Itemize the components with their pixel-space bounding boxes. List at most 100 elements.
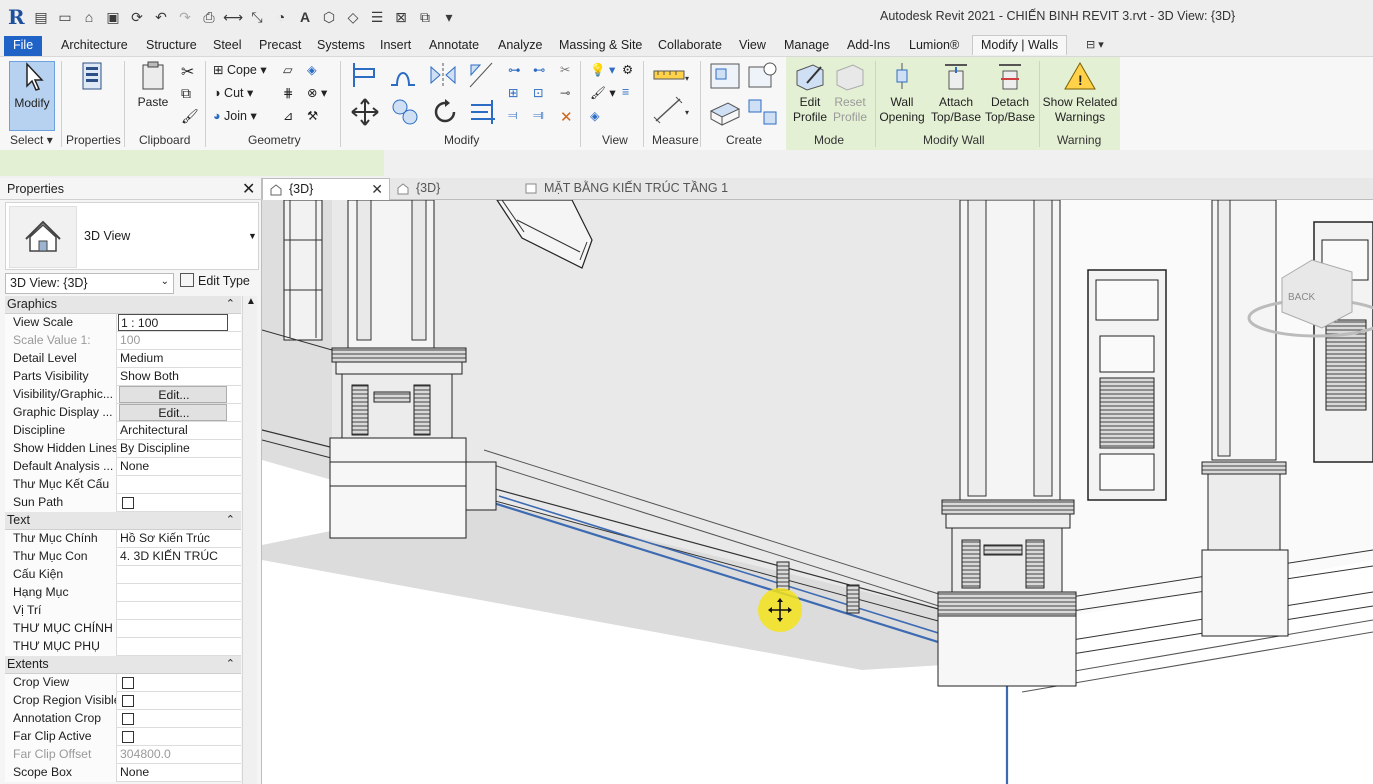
split-gap-icon[interactable]: ⊷ xyxy=(533,62,546,77)
paint-brush-icon[interactable]: 🖌 ▾ xyxy=(590,85,616,101)
property-row[interactable]: Crop Region Visible xyxy=(5,692,241,710)
instance-filter-dropdown[interactable]: 3D View: {3D} ⌄ xyxy=(5,273,174,294)
tab-systems[interactable]: Systems xyxy=(317,36,365,56)
create-assembly-icon[interactable] xyxy=(708,61,742,91)
join-button[interactable]: ◕ Join ▾ xyxy=(213,108,257,123)
property-row[interactable]: Hạng Mục xyxy=(5,584,241,602)
copy-element-icon[interactable] xyxy=(390,97,420,127)
checkbox[interactable] xyxy=(122,677,134,689)
trim-single-icon[interactable]: ⫤ xyxy=(508,108,517,123)
checkbox[interactable] xyxy=(122,731,134,743)
tab-file[interactable]: File xyxy=(4,36,43,56)
paste-button[interactable]: Paste xyxy=(134,61,172,117)
home-icon[interactable]: ▤ xyxy=(30,7,52,27)
save-icon[interactable]: ▣ xyxy=(102,7,124,27)
tab-insert[interactable]: Insert xyxy=(380,36,411,56)
tab-floor-plan[interactable]: MẶT BẰNG KIẾN TRÚC TẦNG 1 xyxy=(518,178,798,200)
property-row[interactable]: THƯ MỤC PHỤ xyxy=(5,638,241,656)
attach-top-base-button[interactable]: Attach Top/Base xyxy=(930,61,982,131)
tab-massing-site[interactable]: Massing & Site xyxy=(559,36,642,56)
thin-lines-icon[interactable]: ☰ xyxy=(366,7,388,27)
view-filter-icon[interactable]: ◈ xyxy=(590,108,600,123)
property-value[interactable] xyxy=(118,620,228,638)
property-row[interactable]: Thư Mục Chính Hồ Sơ Kiến Trúc xyxy=(5,530,241,548)
tab-view[interactable]: View xyxy=(739,36,766,56)
trim-extend-icon[interactable] xyxy=(468,97,498,127)
property-row[interactable]: Scope Box None xyxy=(5,764,241,782)
property-value[interactable]: 1 : 100 xyxy=(118,314,228,331)
collapse-icon[interactable]: ⌃ xyxy=(226,296,235,313)
tab-precast[interactable]: Precast xyxy=(259,36,301,56)
property-checkbox[interactable] xyxy=(118,692,228,710)
edit-type-button[interactable]: Edit Type xyxy=(180,273,258,294)
delete-icon[interactable]: ✕ xyxy=(560,108,573,126)
property-row[interactable]: Default Analysis ... None xyxy=(5,458,241,476)
trim-multiple-icon[interactable]: ⫥ xyxy=(533,108,544,123)
chevron-down-icon[interactable]: ▼ xyxy=(248,231,257,241)
tab-analyze[interactable]: Analyze xyxy=(498,36,542,56)
default-3d-icon[interactable]: ⬡ xyxy=(318,7,340,27)
checkbox[interactable] xyxy=(122,713,134,725)
property-checkbox[interactable] xyxy=(118,494,228,512)
property-value[interactable] xyxy=(118,566,228,584)
show-related-warnings-button[interactable]: ! Show Related Warnings xyxy=(1042,61,1118,131)
property-row[interactable]: Sun Path xyxy=(5,494,241,512)
building-3d-model[interactable]: BACK xyxy=(262,200,1373,784)
mirror-draw-icon[interactable] xyxy=(466,61,496,89)
switch-windows-icon[interactable]: ⧉ xyxy=(414,7,436,27)
property-value[interactable]: 4. 3D KIẾN TRÚC xyxy=(118,548,228,566)
array-icon[interactable]: ⊞ xyxy=(508,85,518,100)
edit-button[interactable]: Edit... xyxy=(119,404,227,421)
property-group-graphics[interactable]: Graphics ⌃ xyxy=(5,296,241,314)
property-group-text[interactable]: Text ⌃ xyxy=(5,512,241,530)
property-row[interactable]: Vị Trí xyxy=(5,602,241,620)
sync-icon[interactable]: ⟳ xyxy=(126,7,148,27)
scroll-up-icon[interactable]: ▲ xyxy=(246,296,256,307)
property-value[interactable] xyxy=(118,638,228,656)
property-group-extents[interactable]: Extents ⌃ xyxy=(5,656,241,674)
dimension-aligned-icon[interactable]: ▾ xyxy=(652,95,692,125)
property-row[interactable]: Thư Mục Con 4. 3D KIẾN TRÚC xyxy=(5,548,241,566)
tab-lumion[interactable]: Lumion® xyxy=(909,36,959,56)
copy-icon[interactable]: ⧉ xyxy=(181,85,191,102)
measure-icon[interactable]: ⟷ xyxy=(222,7,244,27)
checkbox[interactable] xyxy=(122,497,134,509)
create-similar-icon[interactable] xyxy=(746,97,780,127)
property-checkbox[interactable] xyxy=(118,674,228,692)
property-checkbox[interactable] xyxy=(118,710,228,728)
property-row[interactable]: Discipline Architectural xyxy=(5,422,241,440)
tab-collaborate[interactable]: Collaborate xyxy=(658,36,722,56)
property-row[interactable]: Far Clip Offset 304800.0 xyxy=(5,746,241,764)
unpin-icon[interactable]: ✂ xyxy=(560,62,570,77)
modify-button[interactable]: Modify xyxy=(9,61,55,131)
redo-icon[interactable]: ↷ xyxy=(174,7,196,27)
property-row[interactable]: Far Clip Active xyxy=(5,728,241,746)
tab-structure[interactable]: Structure xyxy=(146,36,197,56)
properties-button[interactable] xyxy=(68,61,116,131)
cut-scissors-icon[interactable]: ✂ xyxy=(181,62,194,82)
paint-icon[interactable]: ⊿ xyxy=(283,108,293,123)
tag-icon[interactable]: ◔ xyxy=(270,7,292,27)
override-icon[interactable]: ⚙ xyxy=(622,62,633,77)
linework-icon[interactable]: ≡ xyxy=(622,85,629,99)
property-value[interactable]: By Discipline xyxy=(118,440,228,458)
split-icon[interactable]: ⊶ xyxy=(508,62,521,77)
property-checkbox[interactable] xyxy=(118,728,228,746)
cut-button[interactable]: ◑ Cut ▾ xyxy=(213,85,253,100)
property-value[interactable] xyxy=(118,584,228,602)
split-face-icon[interactable]: ⋕ xyxy=(283,85,293,100)
property-value[interactable] xyxy=(118,602,228,620)
tab-modify-walls[interactable]: Modify | Walls xyxy=(972,35,1068,55)
property-row[interactable]: Graphic Display ... Edit... xyxy=(5,404,241,422)
collapse-icon[interactable]: ⌃ xyxy=(226,656,235,673)
property-row[interactable]: Thư Mục Kết Cấu xyxy=(5,476,241,494)
property-row[interactable]: Crop View xyxy=(5,674,241,692)
unjoin-icon[interactable]: ⊗ ▾ xyxy=(307,85,327,100)
offset-icon[interactable] xyxy=(388,61,418,89)
property-value[interactable]: Architectural xyxy=(118,422,228,440)
move-icon[interactable] xyxy=(350,97,380,127)
property-value[interactable] xyxy=(118,476,228,494)
collapse-icon[interactable]: ⌃ xyxy=(226,512,235,529)
tab-annotate[interactable]: Annotate xyxy=(429,36,479,56)
demolish-icon[interactable]: ◈ xyxy=(307,62,317,77)
